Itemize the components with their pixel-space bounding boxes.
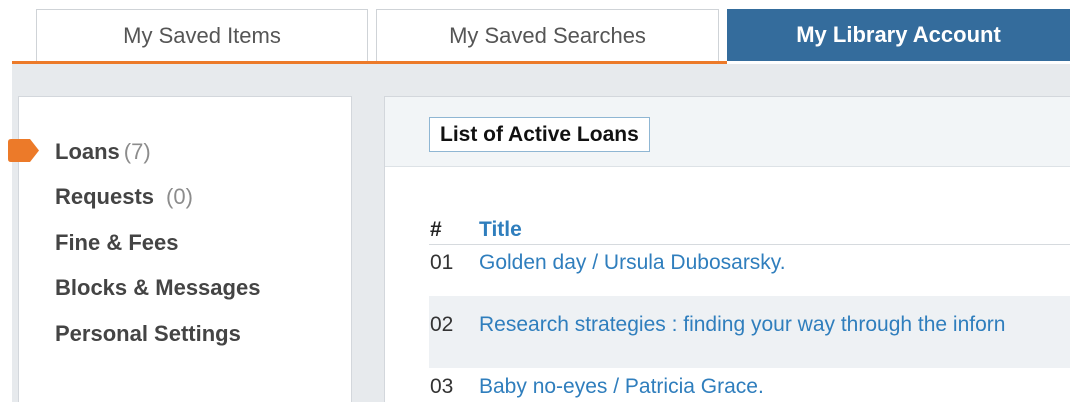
table-row: 02 Research strategies : finding your wa… xyxy=(429,296,1070,368)
tab-library-account[interactable]: My Library Account xyxy=(727,9,1070,61)
sidebar-item-blocks-messages[interactable]: Blocks & Messages xyxy=(55,273,260,303)
sidebar-item-label: Requests xyxy=(55,184,155,209)
sidebar-item-label: Loans xyxy=(55,139,120,164)
sidebar-item-label: Personal Settings xyxy=(55,321,241,346)
row-number: 03 xyxy=(430,375,454,398)
tab-label: My Saved Searches xyxy=(449,22,646,48)
tab-label: My Library Account xyxy=(796,22,1001,47)
sidebar-item-fines-fees[interactable]: Fine & Fees xyxy=(55,228,178,258)
sidebar-item-personal-settings[interactable]: Personal Settings xyxy=(55,319,241,349)
loan-title-link[interactable]: Research strategies : finding your way t… xyxy=(479,313,1005,337)
sidebar-item-label: Fine & Fees xyxy=(55,230,179,255)
tab-saved-items[interactable]: My Saved Items xyxy=(36,9,368,61)
table-row: 03 Baby no-eyes / Patricia Grace. xyxy=(429,369,1070,402)
tab-saved-searches[interactable]: My Saved Searches xyxy=(376,9,719,61)
tab-label: My Saved Items xyxy=(123,22,281,48)
loan-title-link[interactable]: Baby no-eyes / Patricia Grace. xyxy=(479,375,764,399)
loans-count: (7) xyxy=(123,139,151,164)
page-title: List of Active Loans xyxy=(429,117,650,152)
page: My Saved Items My Saved Searches My Libr… xyxy=(0,0,1070,402)
loan-title-link[interactable]: Golden day / Ursula Dubosarsky. xyxy=(479,251,786,275)
orange-arrow-tab-icon xyxy=(8,139,39,162)
sidebar-item-label: Blocks & Messages xyxy=(55,275,261,300)
sidebar-item-loans[interactable]: Loans (7) xyxy=(55,137,151,167)
row-number: 02 xyxy=(430,313,454,336)
requests-count: (0) xyxy=(166,184,193,209)
column-header-title[interactable]: Title xyxy=(479,216,522,244)
row-number: 01 xyxy=(430,251,454,274)
table-row: 01 Golden day / Ursula Dubosarsky. xyxy=(429,245,1070,295)
tab-bar: My Saved Items My Saved Searches My Libr… xyxy=(0,0,1070,64)
sidebar-item-requests[interactable]: Requests (0) xyxy=(55,182,193,212)
column-header-number: # xyxy=(430,218,442,241)
